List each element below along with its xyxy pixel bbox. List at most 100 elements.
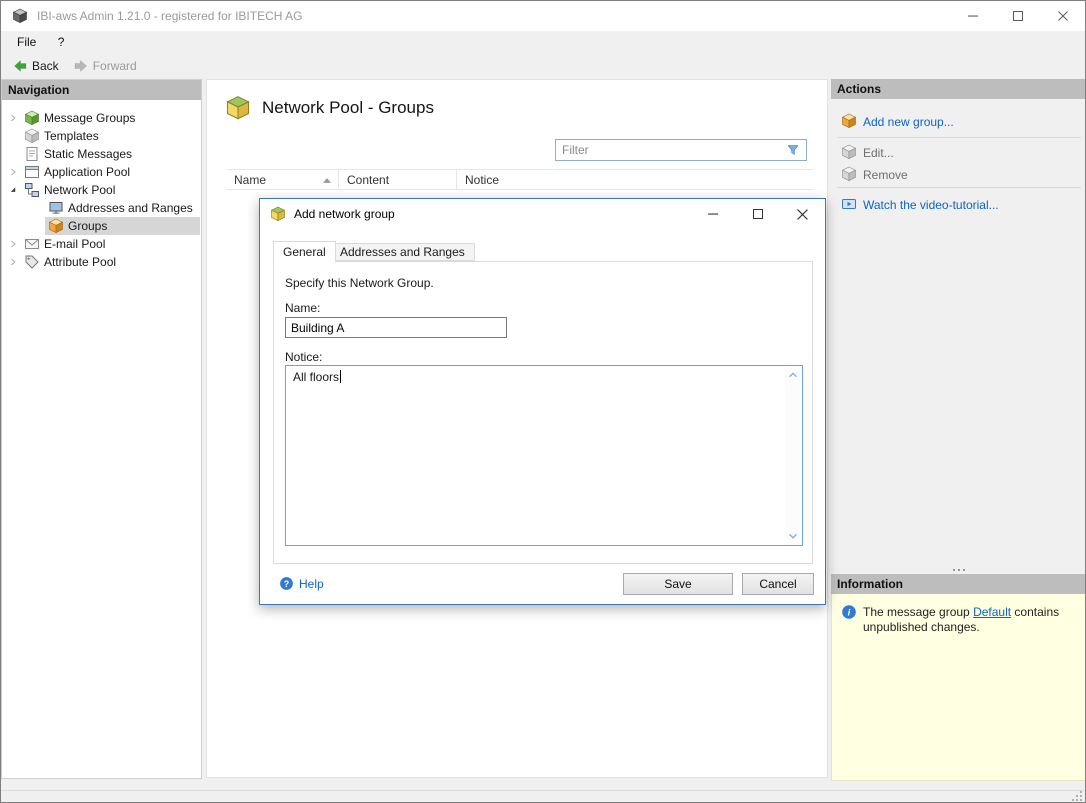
menu-help[interactable]: ?: [49, 31, 74, 53]
save-button[interactable]: Save: [623, 573, 733, 595]
action-label: Remove: [863, 168, 908, 182]
message-groups-icon: [24, 110, 40, 126]
back-icon: [12, 58, 28, 74]
minimize-icon: [968, 11, 978, 21]
tree-item-message-groups[interactable]: Message Groups: [2, 109, 201, 127]
action-label: Watch the video-tutorial...: [863, 198, 999, 212]
dialog-minimize-button[interactable]: [690, 199, 735, 229]
page-title: Network Pool - Groups: [262, 98, 434, 118]
actions-panel: Actions Add new group... Edit... Remove …: [831, 79, 1086, 574]
default-group-link[interactable]: Default: [973, 605, 1011, 619]
forward-icon: [73, 58, 89, 74]
edit-link[interactable]: Edit...: [831, 142, 1086, 164]
filter-button[interactable]: [779, 140, 806, 160]
tree-item-label: Message Groups: [44, 111, 135, 125]
close-button[interactable]: [1040, 1, 1085, 31]
sort-asc-icon: [323, 178, 331, 183]
toolbar: Back Forward: [1, 53, 1085, 79]
remove-icon: [841, 166, 857, 182]
tree-item-static-messages[interactable]: Static Messages: [2, 145, 201, 163]
chevron-right-icon[interactable]: [7, 112, 19, 124]
action-label: Add new group...: [863, 115, 954, 129]
window-title: IBI-aws Admin 1.21.0 - registered for IB…: [37, 9, 302, 23]
minimize-button[interactable]: [950, 1, 995, 31]
status-bar: [1, 790, 1085, 803]
dialog-close-button[interactable]: [780, 199, 825, 229]
filter-input[interactable]: [556, 140, 778, 160]
close-icon: [1058, 11, 1068, 21]
chevron-right-icon[interactable]: [7, 166, 19, 178]
information-panel: Information The message group Default co…: [831, 574, 1086, 781]
column-header-name[interactable]: Name: [226, 170, 339, 189]
tree-item-application-pool[interactable]: Application Pool: [2, 163, 201, 181]
actions-header: Actions: [831, 79, 1086, 99]
email-pool-icon: [24, 236, 40, 252]
maximize-button[interactable]: [995, 1, 1040, 31]
tree-item-email-pool[interactable]: E-mail Pool: [2, 235, 201, 253]
navigation-header: Navigation: [2, 80, 201, 100]
notice-label: Notice:: [285, 350, 322, 364]
forward-label: Forward: [93, 59, 137, 73]
back-button[interactable]: Back: [5, 56, 66, 76]
tree-item-label: Static Messages: [44, 147, 132, 161]
tree-item-attribute-pool[interactable]: Attribute Pool: [2, 253, 201, 271]
column-header-notice[interactable]: Notice: [457, 170, 813, 189]
window-controls: [950, 1, 1085, 31]
column-header-content[interactable]: Content: [339, 170, 457, 189]
table-header: Name Content Notice: [226, 169, 813, 190]
information-message: The message group Default contains unpub…: [863, 605, 1079, 635]
maximize-icon: [753, 209, 763, 219]
tree-item-templates[interactable]: Templates: [2, 127, 201, 145]
information-header: Information: [831, 574, 1086, 594]
help-label: Help: [299, 577, 324, 591]
scroll-up-icon[interactable]: [785, 367, 801, 383]
tree-item-groups[interactable]: Groups: [2, 217, 201, 235]
forward-button[interactable]: Forward: [66, 56, 144, 76]
divider: [837, 187, 1081, 188]
titlebar: IBI-aws Admin 1.21.0 - registered for IB…: [1, 1, 1085, 31]
app-window: IBI-aws Admin 1.21.0 - registered for IB…: [0, 0, 1086, 803]
dialog-icon: [270, 206, 286, 222]
add-new-group-link[interactable]: Add new group...: [831, 111, 1086, 133]
maximize-icon: [1013, 11, 1023, 21]
tree-item-addresses-and-ranges[interactable]: Addresses and Ranges: [2, 199, 201, 217]
column-label: Content: [347, 173, 389, 187]
information-body: The message group Default contains unpub…: [831, 594, 1086, 781]
watch-tutorial-link[interactable]: Watch the video-tutorial...: [831, 194, 1086, 216]
dialog-maximize-button[interactable]: [735, 199, 780, 229]
chevron-right-icon[interactable]: [7, 238, 19, 250]
edit-icon: [841, 144, 857, 160]
remove-link[interactable]: Remove: [831, 164, 1086, 186]
help-icon: [279, 576, 294, 591]
dialog-content-box: Specify this Network Group. Name: Notice…: [273, 261, 813, 564]
tree-item-label: Attribute Pool: [44, 255, 116, 269]
cancel-button[interactable]: Cancel: [742, 573, 814, 595]
resize-grip-icon[interactable]: [1071, 790, 1083, 802]
templates-icon: [24, 128, 40, 144]
notice-scrollbar[interactable]: [785, 366, 802, 545]
panel-splitter[interactable]: [831, 569, 1086, 571]
dialog-description: Specify this Network Group.: [285, 276, 434, 290]
application-pool-icon: [24, 164, 40, 180]
notice-textarea[interactable]: All floors: [285, 365, 803, 546]
tree-item-label: Groups: [68, 219, 107, 233]
action-label: Edit...: [863, 146, 894, 160]
add-group-icon: [841, 113, 857, 129]
network-group-page-icon: [225, 95, 251, 121]
help-link[interactable]: Help: [279, 576, 324, 591]
tab-addresses-and-ranges[interactable]: Addresses and Ranges: [330, 243, 475, 261]
minimize-icon: [708, 209, 718, 219]
scroll-down-icon[interactable]: [785, 528, 801, 544]
tree-item-label: Network Pool: [44, 183, 115, 197]
tree-item-label: Templates: [44, 129, 99, 143]
menu-file[interactable]: File: [8, 31, 45, 53]
network-pool-icon: [24, 182, 40, 198]
tree-item-network-pool[interactable]: Network Pool: [2, 181, 201, 199]
chevron-right-icon[interactable]: [7, 256, 19, 268]
tree-item-label: Addresses and Ranges: [68, 201, 193, 215]
divider: [837, 137, 1081, 138]
tab-general[interactable]: General: [273, 241, 336, 262]
chevron-down-icon[interactable]: [7, 184, 19, 196]
name-input[interactable]: [285, 317, 507, 338]
message-prefix: The message group: [863, 605, 973, 619]
